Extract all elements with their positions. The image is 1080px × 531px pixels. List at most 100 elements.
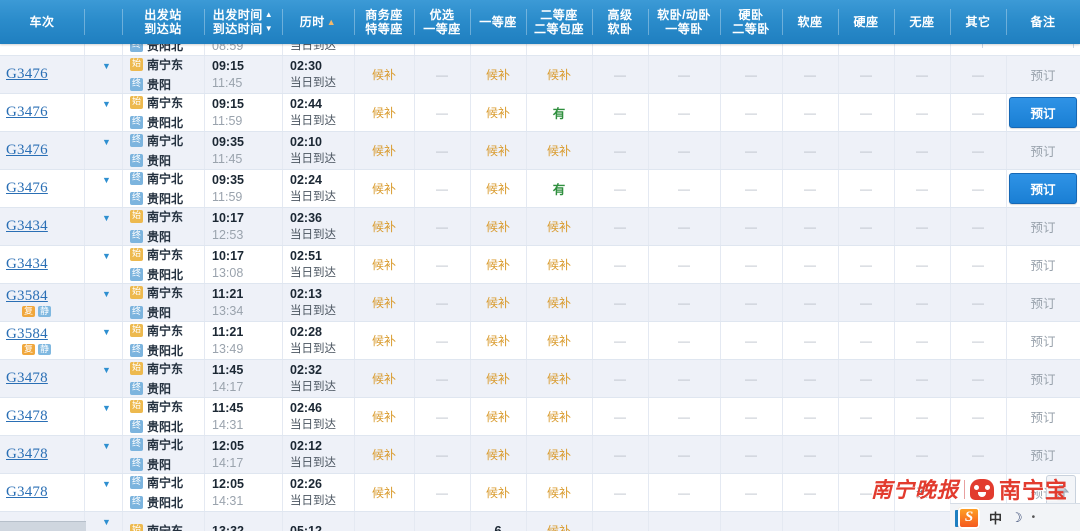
sort-depart[interactable]: 出发时间 ▲ (213, 8, 273, 22)
table-row[interactable]: G3478 ▼ 始南宁东终贵阳北 11:45 14:31 02:46 当日到达 候补 — 候补 候补… (0, 398, 1080, 436)
cell-expand[interactable]: ▼ (84, 322, 122, 359)
cell-book[interactable]: 预订 (1006, 322, 1080, 359)
col-header-stations[interactable]: 出发站 到达站 (122, 0, 204, 44)
cell-expand[interactable]: ▼ (84, 94, 122, 131)
chevron-down-icon[interactable]: ▼ (102, 100, 111, 109)
col-header-times[interactable]: 出发时间 ▲ 到达时间 ▼ (204, 0, 282, 44)
cell-stations: 始南宁东终贵阳北 (122, 94, 204, 131)
table-row[interactable]: D1794▼始南宁东13:3205:12——6候补——————— (0, 512, 1080, 531)
train-number-link[interactable]: G3476 (6, 142, 48, 159)
chevron-down-icon[interactable]: ▼ (102, 518, 111, 527)
moon-icon[interactable]: ☽ (1011, 510, 1023, 526)
cell-expand[interactable]: ▼ (84, 512, 122, 531)
table-row[interactable]: G3434 ▼ 始南宁东终贵阳 10:17 12:53 02:36 当日到达 候补 — 候补 候补 —… (0, 208, 1080, 246)
table-row[interactable]: G3476 ▼ 终南宁北终贵阳 09:35 11:45 02:10 当日到达 候补 — 候补 候补 —… (0, 132, 1080, 170)
arrive-day: 当日到达 (290, 191, 336, 203)
col-header-train-no[interactable]: 车次 (0, 0, 84, 44)
cell-book[interactable]: 预订 (1006, 246, 1080, 283)
cell-book[interactable]: 预订 (1006, 360, 1080, 397)
cell-book[interactable]: 预订 (1006, 284, 1080, 321)
cell-expand[interactable]: ▼ (84, 208, 122, 245)
cell-book[interactable]: 预订 (1006, 94, 1080, 131)
cell-train-no[interactable]: G3584 复静 (0, 322, 84, 359)
train-number-link[interactable]: G3476 (6, 66, 48, 83)
cell-duration: 02:46 当日到达 (282, 398, 354, 435)
table-row[interactable]: G3478 ▼ 终南宁北终贵阳 12:05 14:17 02:12 当日到达 候补 — 候补 候补 —… (0, 436, 1080, 474)
sort-asc-icon[interactable]: ▲ (327, 18, 336, 27)
train-number-link[interactable]: G3478 (6, 446, 48, 463)
cell-train-no[interactable]: G3476 (0, 170, 84, 207)
chevron-down-icon[interactable]: ▼ (102, 328, 111, 337)
train-number-link[interactable]: G3478 (6, 370, 48, 387)
table-row[interactable]: G3584 复静 ▼ 始南宁东终贵阳 11:21 13:34 02:13 当日到达 候补 — 候补 候… (0, 284, 1080, 322)
sort-arrive[interactable]: 到达时间 ▼ (213, 22, 273, 36)
cell-train-no[interactable]: G3584 复静 (0, 284, 84, 321)
table-row[interactable]: G3476 ▼ 始南宁东终贵阳北 09:15 11:59 02:44 当日到达 候补 — 候补 有 —… (0, 94, 1080, 132)
train-number-link[interactable]: G3478 (6, 408, 48, 425)
cell-train-no[interactable]: G3476 (0, 56, 84, 93)
cell-train-no[interactable]: G3476 (0, 94, 84, 131)
chevron-down-icon[interactable]: ▼ (102, 442, 111, 451)
cell-duration: 02:44 当日到达 (282, 94, 354, 131)
chevron-down-icon[interactable]: ▼ (102, 404, 111, 413)
cell-train-no[interactable]: G3478 (0, 398, 84, 435)
cell-expand[interactable]: ▼ (84, 398, 122, 435)
train-number-link[interactable]: G3584 (6, 288, 51, 305)
ime-mode-chinese[interactable]: 中 (989, 508, 1002, 527)
cell-expand[interactable]: ▼ (84, 474, 122, 511)
cell-book[interactable]: 预订 (1006, 208, 1080, 245)
chevron-down-icon[interactable]: ▼ (102, 62, 111, 71)
chevron-down-icon[interactable]: ▼ (102, 480, 111, 489)
train-number-link[interactable]: G3476 (6, 104, 48, 121)
chevron-down-icon[interactable]: ▼ (102, 138, 111, 147)
ime-more-icon[interactable]: • (1032, 512, 1036, 523)
table-row[interactable]: G3434 ▼ 始南宁东终贵阳北 10:17 13:08 02:51 当日到达 候补 — 候补 候补… (0, 246, 1080, 284)
sort-duration[interactable]: 历时 ▲ (300, 15, 336, 29)
cell-expand[interactable]: ▼ (84, 436, 122, 473)
origin-badge-icon: 始 (130, 400, 143, 413)
cell-train-no[interactable]: G3478 (0, 360, 84, 397)
chevron-down-icon[interactable]: ▼ (102, 252, 111, 261)
train-number-link[interactable]: G3476 (6, 180, 48, 197)
col-header-duration[interactable]: 历时 ▲ (282, 0, 354, 44)
cell-expand[interactable]: ▼ (84, 360, 122, 397)
cell-expand[interactable]: ▼ (84, 132, 122, 169)
cell-book[interactable]: 预订 (1006, 132, 1080, 169)
book-button[interactable]: 预订 (1009, 173, 1077, 204)
table-row[interactable]: G3478 ▼ 始南宁东终贵阳 11:45 14:17 02:32 当日到达 候补 — 候补 候补 —… (0, 360, 1080, 398)
horizontal-scrollbar[interactable] (0, 521, 86, 531)
sort-desc-icon[interactable]: ▼ (265, 25, 273, 33)
table-row[interactable]: G3476 ▼ 始南宁东终贵阳 09:15 11:45 02:30 当日到达 候补 — 候补 候补 —… (0, 56, 1080, 94)
table-row[interactable]: G3478 ▼ 终南宁北终贵阳北 12:05 14:31 02:26 当日到达 候补 — 候补 候补… (0, 474, 1080, 512)
station-to: 终贵阳 (130, 304, 183, 321)
cell-book[interactable]: 预订 (1006, 170, 1080, 207)
cell-expand[interactable]: ▼ (84, 56, 122, 93)
book-button[interactable]: 预订 (1009, 97, 1077, 128)
cell-book[interactable]: 预订 (1006, 56, 1080, 93)
chevron-down-icon[interactable]: ▼ (102, 366, 111, 375)
train-number-link[interactable]: G3584 (6, 326, 51, 343)
train-number-link[interactable]: G3434 (6, 218, 48, 235)
table-row[interactable]: G3476 ▼ 终南宁北终贵阳北 09:35 11:59 02:24 当日到达 候补 — 候补 有 —… (0, 170, 1080, 208)
table-row[interactable]: G3584 复静 ▼ 始南宁东终贵阳北 11:21 13:49 02:28 当日到达 候补 — 候补… (0, 322, 1080, 360)
cell-train-no[interactable]: G3434 (0, 208, 84, 245)
cell-seat: — (592, 56, 648, 93)
cell-expand[interactable]: ▼ (84, 246, 122, 283)
cell-train-no[interactable]: G3476 (0, 132, 84, 169)
train-number-link[interactable]: G3434 (6, 256, 48, 273)
chevron-down-icon[interactable]: ▼ (102, 214, 111, 223)
chevron-down-icon[interactable]: ▼ (102, 176, 111, 185)
station-name: 贵阳北 (147, 192, 184, 206)
chevron-down-icon[interactable]: ▼ (102, 290, 111, 299)
cell-train-no[interactable]: G3478 (0, 474, 84, 511)
cell-expand[interactable]: ▼ (84, 170, 122, 207)
cell-train-no[interactable]: G3478 (0, 436, 84, 473)
cell-train-no[interactable]: G3434 (0, 246, 84, 283)
cell-expand[interactable]: ▼ (84, 284, 122, 321)
cell-book[interactable]: 预订 (1006, 398, 1080, 435)
sort-asc-icon[interactable]: ▲ (265, 11, 273, 19)
sogou-logo-icon[interactable]: S (955, 506, 980, 529)
ime-toolbar[interactable]: S 中 ☽ • (950, 503, 1080, 531)
cell-book[interactable]: 预订 (1006, 436, 1080, 473)
train-number-link[interactable]: G3478 (6, 484, 48, 501)
